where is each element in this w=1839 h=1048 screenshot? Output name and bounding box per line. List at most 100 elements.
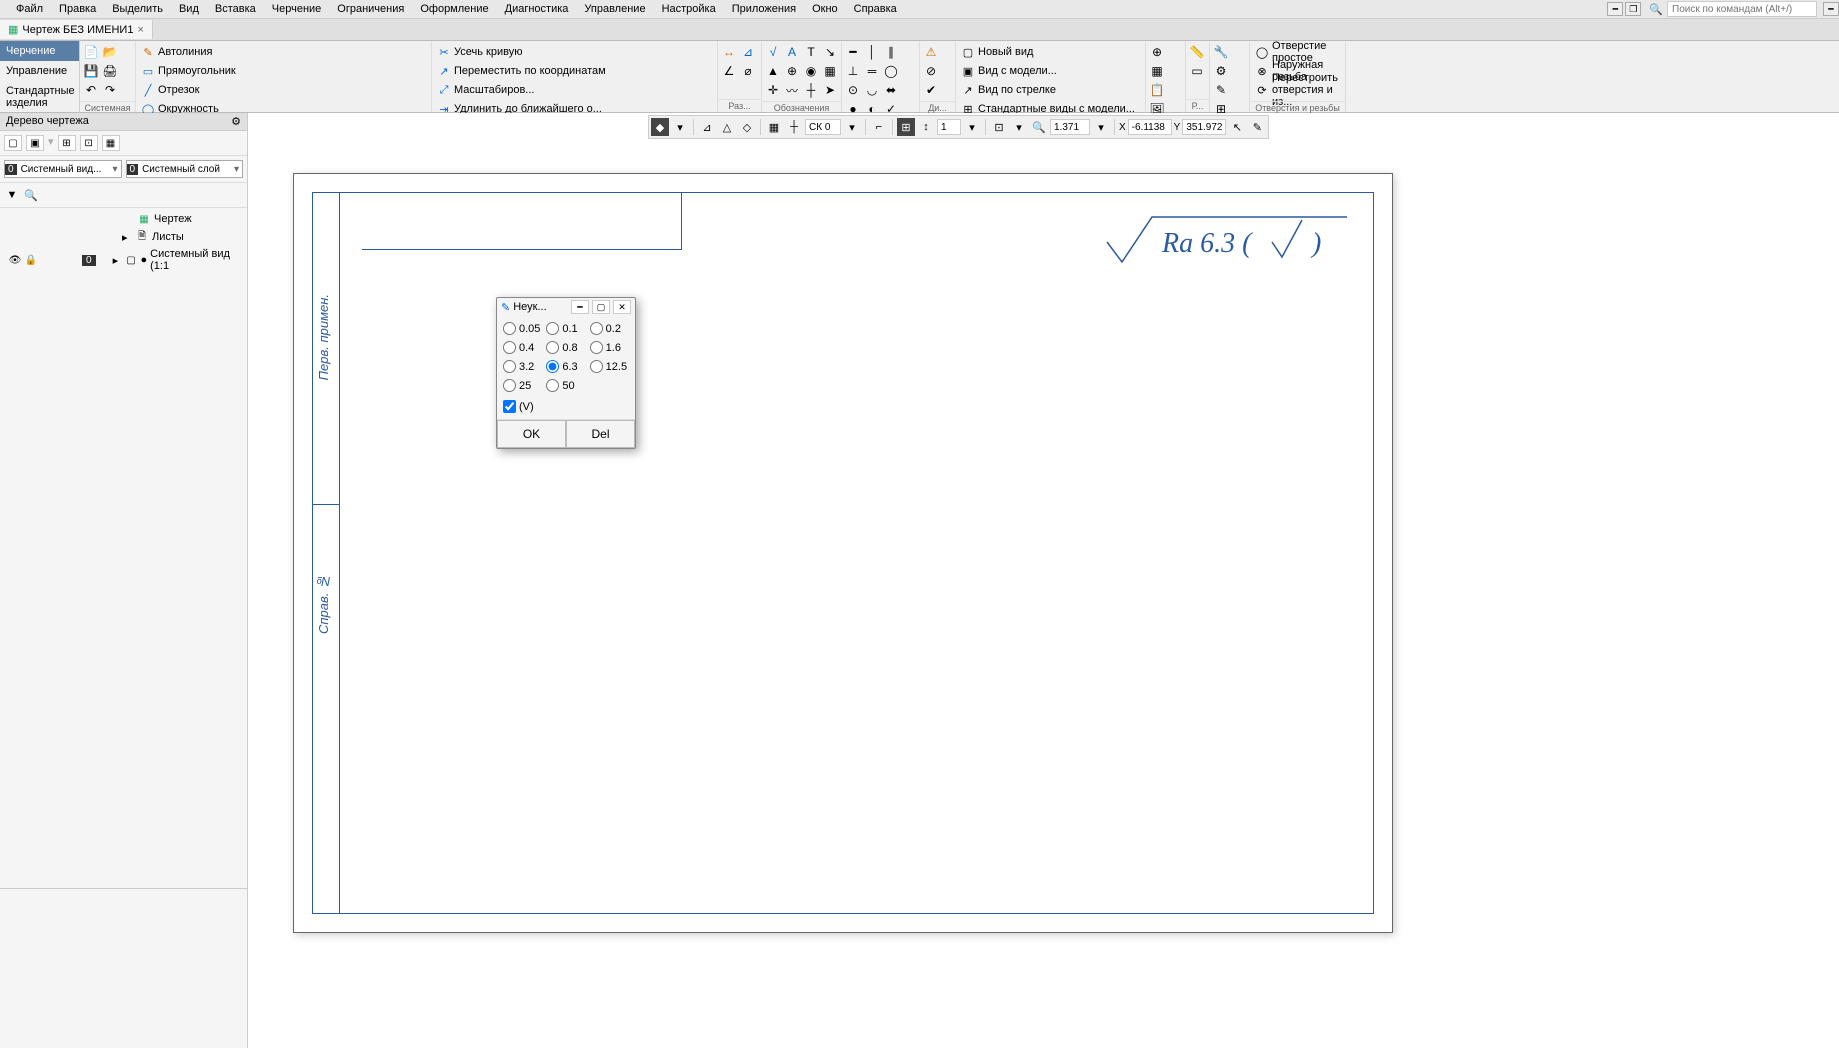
leader-icon[interactable]: ↘ [821, 43, 839, 61]
menu-file[interactable]: Файл [8, 1, 51, 17]
text-icon[interactable]: T [802, 43, 820, 61]
open-icon[interactable]: 📂 [101, 43, 119, 61]
lock-icon[interactable]: 🔒 [24, 253, 38, 267]
close-tab-icon[interactable]: × [137, 24, 143, 36]
tools-icon[interactable]: 🔧 [1212, 43, 1230, 61]
menu-edit[interactable]: Правка [51, 1, 104, 17]
cs-field[interactable]: СК 0 [805, 119, 841, 135]
diag-icon[interactable]: ⚠ [922, 43, 940, 61]
zoom-field[interactable]: 1.371 [1050, 119, 1090, 135]
menu-select[interactable]: Выделить [104, 1, 171, 17]
insert-icon[interactable]: 📋 [1148, 81, 1166, 99]
minimize-icon[interactable]: ━ [1823, 2, 1839, 16]
save-icon[interactable]: 💾 [82, 62, 100, 80]
print-icon[interactable]: 🖨 [101, 62, 119, 80]
constraint-icon[interactable]: ═ [863, 62, 881, 80]
chevron-down-icon[interactable]: ▾ [671, 118, 689, 136]
insert-icon[interactable]: ▦ [1148, 62, 1166, 80]
menu-constraints[interactable]: Ограничения [329, 1, 412, 17]
radio-option[interactable]: 1.6 [590, 341, 629, 354]
ok-button[interactable]: OK [497, 420, 566, 448]
dim-icon[interactable]: ⌀ [739, 62, 757, 80]
ribbon-tab-manage[interactable]: Управление [0, 61, 80, 81]
constraint-icon[interactable]: │ [863, 43, 881, 61]
constraint-icon[interactable]: ◯ [882, 62, 900, 80]
model-view-button[interactable]: ▣Вид с модели... [958, 62, 1138, 80]
pointer-icon[interactable]: ↖ [1228, 118, 1246, 136]
tree-mode-icon[interactable]: ▢ [4, 135, 22, 151]
surface-icon[interactable]: √ [764, 43, 782, 61]
constraint-icon[interactable]: ∥ [882, 43, 900, 61]
expand-icon[interactable]: ▸ [122, 231, 132, 244]
minimize-icon[interactable]: ━ [571, 300, 589, 314]
chevron-down-icon[interactable]: ▾ [843, 118, 861, 136]
center-icon[interactable]: ✛ [764, 81, 782, 99]
chevron-down-icon[interactable]: ▾ [1092, 118, 1110, 136]
command-search-input[interactable] [1667, 1, 1817, 17]
base-icon[interactable]: ▲ [764, 62, 782, 80]
dialog-titlebar[interactable]: ✎ Неук... ━ ▢ ✕ [497, 298, 635, 316]
menu-manage[interactable]: Управление [576, 1, 653, 17]
step-icon[interactable]: ⊞ [897, 118, 915, 136]
tree-mode-icon[interactable]: ⊡ [80, 135, 98, 151]
measure-icon[interactable]: ▭ [1188, 62, 1206, 80]
dim-icon[interactable]: ↔ [720, 43, 738, 61]
new-view-button[interactable]: ▢Новый вид [958, 43, 1138, 61]
radio-option[interactable]: 25 [503, 379, 542, 392]
trim-button[interactable]: ✂Усечь кривую [434, 43, 609, 61]
move-coords-button[interactable]: ↗Переместить по координатам [434, 62, 609, 80]
radio-option[interactable]: 6.3 [546, 360, 585, 373]
pen-icon[interactable]: ✎ [1248, 118, 1266, 136]
tree-mode-icon[interactable]: ▦ [102, 135, 120, 151]
menu-design[interactable]: Оформление [412, 1, 496, 17]
radio-option[interactable]: 0.1 [546, 322, 585, 335]
ribbon-tab-drawing[interactable]: Черчение [0, 41, 80, 61]
zoom-icon[interactable]: 🔍 [1030, 118, 1048, 136]
ortho-icon[interactable]: ⌐ [870, 118, 888, 136]
restore-child-icon[interactable]: ❐ [1625, 2, 1641, 16]
text-icon[interactable]: A [783, 43, 801, 61]
grid-icon[interactable]: ▦ [765, 118, 783, 136]
radio-option[interactable]: 50 [546, 379, 585, 392]
measure-icon[interactable]: 📏 [1188, 43, 1206, 61]
menu-help[interactable]: Справка [846, 1, 905, 17]
diag-icon[interactable]: ✔ [922, 81, 940, 99]
scale-button[interactable]: ⤢Масштабиров... [434, 81, 609, 99]
chevron-down-icon[interactable]: ▾ [963, 118, 981, 136]
expand-icon[interactable]: ▸ [113, 254, 122, 267]
tree-mode-icon[interactable]: ⊞ [58, 135, 76, 151]
segment-button[interactable]: ╱Отрезок [138, 81, 279, 99]
insert-icon[interactable]: ⊕ [1148, 43, 1166, 61]
eye-icon[interactable]: 👁 [8, 253, 22, 267]
undo-icon[interactable]: ↶ [82, 81, 100, 99]
constraint-icon[interactable]: ◡ [863, 81, 881, 99]
constraint-icon[interactable]: ⬌ [882, 81, 900, 99]
canvas[interactable]: ◆ ▾ ⊿ △ ◇ ▦ ┼ СК 0 ▾ ⌐ ⊞ ↕ 1 ▾ ⊡ ▾ 🔍 1.3… [248, 113, 1839, 1048]
object-icon[interactable]: ◆ [651, 118, 669, 136]
constraint-icon[interactable]: ⊥ [844, 62, 862, 80]
tree-row-root[interactable]: ▦ Чертеж [0, 210, 247, 228]
maximize-icon[interactable]: ▢ [592, 300, 610, 314]
menu-insert[interactable]: Вставка [207, 1, 264, 17]
cs-icon[interactable]: ┼ [785, 118, 803, 136]
y-coord-field[interactable]: 351.972 [1182, 119, 1226, 135]
snap-icon[interactable]: △ [718, 118, 736, 136]
new-icon[interactable]: 📄 [82, 43, 100, 61]
tree-row-view[interactable]: 👁 🔒 0 ▸ ▢ ● Системный вид (1:1 [0, 246, 247, 274]
snap-icon[interactable]: ⊿ [698, 118, 716, 136]
radio-option[interactable]: 0.8 [546, 341, 585, 354]
tools-icon[interactable]: ⚙ [1212, 62, 1230, 80]
filter-icon[interactable]: ▼ [4, 187, 20, 203]
dim-icon[interactable]: ⊿ [739, 43, 757, 61]
tools-icon[interactable]: ✎ [1212, 81, 1230, 99]
menu-view[interactable]: Вид [171, 1, 207, 17]
ribbon-tab-standard[interactable]: Стандартные изделия [0, 81, 80, 113]
step-field[interactable]: 1 [937, 119, 961, 135]
view-dropdown[interactable]: 0 Системный вид... ▾ [4, 160, 122, 178]
constraint-icon[interactable]: ⊙ [844, 81, 862, 99]
radio-option[interactable]: 12.5 [590, 360, 629, 373]
minimize-child-icon[interactable]: ━ [1607, 2, 1623, 16]
constraint-icon[interactable]: ━ [844, 43, 862, 61]
dim-icon[interactable]: ∠ [720, 62, 738, 80]
x-coord-field[interactable]: -6.1138 [1128, 119, 1172, 135]
